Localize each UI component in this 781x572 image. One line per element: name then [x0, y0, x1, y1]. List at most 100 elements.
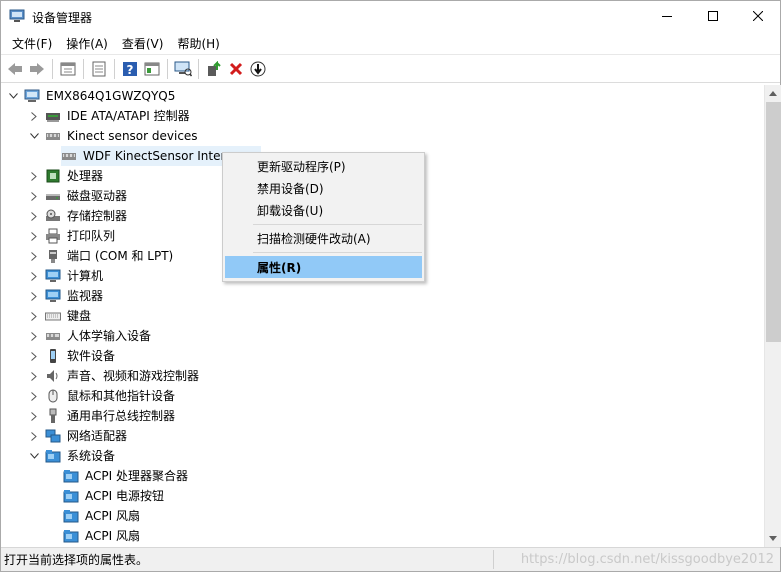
help-icon[interactable]: ?: [119, 58, 140, 79]
expand-icon[interactable]: [29, 111, 39, 121]
sound-icon: [45, 368, 61, 384]
scroll-up-icon[interactable]: [765, 85, 781, 102]
ide-controller-icon: [45, 108, 61, 124]
tree-item[interactable]: 磁盘驱动器: [29, 186, 129, 206]
window-title: 设备管理器: [32, 11, 93, 25]
expand-icon[interactable]: [29, 351, 39, 361]
ctx-item-label: 扫描检测硬件改动(A): [257, 231, 371, 246]
software-device-icon: [45, 348, 61, 364]
tree-item[interactable]: 打印队列: [29, 226, 117, 246]
context-menu: 更新驱动程序(P) 禁用设备(D) 卸载设备(U) 扫描检测硬件改动(A) 属性…: [222, 152, 425, 282]
tree-item[interactable]: 端口 (COM 和 LPT): [29, 246, 175, 266]
ctx-uninstall-device[interactable]: 卸载设备(U): [225, 199, 422, 221]
tree-item[interactable]: 鼠标和其他指针设备: [29, 386, 177, 406]
tree-item[interactable]: 处理器: [29, 166, 105, 186]
expand-icon[interactable]: [29, 331, 39, 341]
view-icon[interactable]: [141, 58, 162, 79]
ctx-disable-device[interactable]: 禁用设备(D): [225, 177, 422, 199]
ctx-item-label: 更新驱动程序(P): [257, 159, 346, 174]
system-folder-icon: [63, 468, 79, 484]
collapse-icon[interactable]: [29, 131, 39, 141]
tree-item-label: 键盘: [67, 309, 92, 323]
toolbar-separator: [198, 58, 199, 79]
menu-view[interactable]: 查看(V): [116, 33, 170, 54]
expand-icon[interactable]: [29, 271, 39, 281]
update-driver-icon[interactable]: [203, 58, 224, 79]
tree-item[interactable]: 声音、视频和游戏控制器: [29, 366, 201, 386]
scroll-down-icon[interactable]: [765, 530, 781, 547]
tree-item-label: WDF KinectSensor Inter: [81, 147, 228, 165]
expand-icon[interactable]: [29, 311, 39, 321]
tree-item[interactable]: IDE ATA/ATAPI 控制器: [29, 106, 192, 126]
tree-item[interactable]: 网络适配器: [29, 426, 129, 446]
ctx-update-driver[interactable]: 更新驱动程序(P): [225, 155, 422, 177]
scrollbar-thumb[interactable]: [766, 102, 781, 342]
tree-item[interactable]: 通用串行总线控制器: [29, 406, 177, 426]
status-text: 打开当前选择项的属性表。: [4, 553, 149, 567]
tree-item[interactable]: 键盘: [29, 306, 93, 326]
tree-item-label: ACPI 风扇: [85, 529, 140, 543]
tree-item[interactable]: 软件设备: [29, 346, 117, 366]
expand-icon[interactable]: [29, 251, 39, 261]
expand-icon[interactable]: [29, 291, 39, 301]
ctx-item-label: 禁用设备(D): [257, 181, 324, 196]
tree-item[interactable]: 监视器: [29, 286, 105, 306]
tree-item-label: 人体学输入设备: [67, 329, 152, 343]
menu-action[interactable]: 操作(A): [60, 33, 114, 54]
collapse-icon[interactable]: [8, 91, 18, 101]
ctx-scan-hardware[interactable]: 扫描检测硬件改动(A): [225, 227, 422, 249]
expand-icon[interactable]: [29, 411, 39, 421]
menu-file[interactable]: 文件(F): [6, 33, 58, 54]
tree-item[interactable]: 计算机: [29, 266, 105, 286]
title-bar[interactable]: 设备管理器: [1, 1, 780, 32]
svg-text:?: ?: [126, 63, 133, 77]
tree-item[interactable]: 系统设备: [29, 446, 117, 466]
expand-icon[interactable]: [29, 191, 39, 201]
tree-item[interactable]: ACPI 电源按钮: [63, 486, 166, 506]
vertical-scrollbar[interactable]: [764, 85, 781, 547]
tree-item-label: 监视器: [67, 289, 104, 303]
expand-icon[interactable]: [29, 431, 39, 441]
ctx-properties[interactable]: 属性(R): [225, 256, 422, 278]
status-separator: [493, 550, 494, 569]
minimize-button[interactable]: [644, 1, 689, 31]
watermark: https://blog.csdn.net/kissgoodbye2012: [520, 552, 774, 567]
ctx-separator: [253, 224, 422, 225]
expand-icon[interactable]: [29, 371, 39, 381]
close-button[interactable]: [735, 1, 780, 31]
tree-item-label: 软件设备: [67, 349, 116, 363]
collapse-icon[interactable]: [29, 451, 39, 461]
tree-root[interactable]: EMX864Q1GWZQYQ5: [8, 86, 177, 106]
tree-item-label: 处理器: [67, 169, 104, 183]
system-folder-icon: [63, 508, 79, 524]
back-icon[interactable]: [4, 58, 25, 79]
menu-bar: 文件(F) 操作(A) 查看(V) 帮助(H): [1, 32, 780, 54]
forward-icon[interactable]: [26, 58, 47, 79]
tree-item[interactable]: 人体学输入设备: [29, 326, 153, 346]
tree-item[interactable]: ACPI 风扇: [63, 506, 142, 526]
show-hide-icon[interactable]: [57, 58, 78, 79]
disk-icon: [45, 188, 61, 204]
expand-icon[interactable]: [29, 391, 39, 401]
kinect-device-icon: [61, 148, 77, 164]
scan-icon[interactable]: [172, 58, 193, 79]
expand-icon[interactable]: [29, 211, 39, 221]
tree-item[interactable]: ACPI 处理器聚合器: [63, 466, 190, 486]
properties-icon[interactable]: [88, 58, 109, 79]
system-device-icon: [45, 448, 61, 464]
menu-help[interactable]: 帮助(H): [171, 33, 225, 54]
device-manager-window: 设备管理器 文件(F) 操作(A) 查看(V) 帮助(H) ? EMX864Q1…: [0, 0, 781, 572]
disable-icon[interactable]: [247, 58, 268, 79]
tree-item-label: ACPI 电源按钮: [85, 489, 164, 503]
maximize-button[interactable]: [690, 1, 735, 31]
expand-icon[interactable]: [29, 171, 39, 181]
tree-item[interactable]: 存储控制器: [29, 206, 129, 226]
ctx-item-label: 卸载设备(U): [257, 203, 324, 218]
tree-item[interactable]: ACPI 风扇: [63, 526, 142, 546]
tree-item-label: 计算机: [67, 269, 104, 283]
expand-icon[interactable]: [29, 231, 39, 241]
device-manager-icon: [9, 9, 25, 23]
tree-item[interactable]: Kinect sensor devices: [29, 126, 200, 146]
tree-item-label: ACPI 处理器聚合器: [85, 469, 188, 483]
uninstall-icon[interactable]: [225, 58, 246, 79]
